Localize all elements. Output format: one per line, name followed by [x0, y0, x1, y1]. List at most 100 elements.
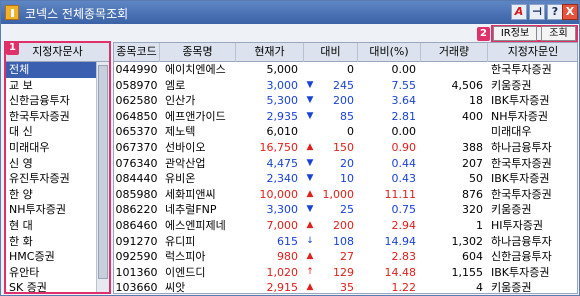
volume-cell: 876 — [462, 187, 483, 201]
advisor-cell: 한국투자증권 — [491, 63, 552, 76]
change-percent-cell: 0.90 — [391, 141, 417, 154]
price-cell: 7,000 — [266, 219, 299, 232]
advisor-cell: 신한금융투자 — [491, 250, 552, 264]
stock-name-cell: 관악산업 — [165, 156, 206, 170]
stock-name-cell: 인산가 — [165, 94, 196, 108]
table-row[interactable]: 086460 에스엔피제네 7,000 ▲ 200 2.94 1 HI투자증권 — [114, 218, 577, 234]
advisor-cell: IBK투자증권 — [491, 265, 550, 279]
pin-button[interactable]: ⊣ — [529, 4, 545, 20]
advisor-list-scrollbar[interactable] — [96, 62, 109, 292]
change-percent-cell: 14.94 — [384, 234, 417, 248]
scrollbar-thumb[interactable] — [98, 65, 108, 279]
change-cell: 85 — [340, 109, 354, 123]
advisor-list-item[interactable]: HMC증권 — [6, 249, 96, 265]
table-row[interactable]: 064850 에프앤가이드 2,935 ▼ 85 2.81 400 NH투자증권 — [114, 109, 577, 125]
advisor-list-item[interactable]: 신한금융투자 — [6, 93, 96, 109]
change-percent-cell: 0.00 — [391, 125, 417, 139]
advisor-list-item[interactable]: SK 증권 — [6, 280, 96, 292]
column-header[interactable]: 대비(%) — [358, 43, 421, 62]
advisor-list-item[interactable]: 대 신 — [6, 124, 96, 140]
stock-code-cell: 076340 — [115, 156, 158, 170]
price-cell: 2,935 — [266, 109, 299, 123]
volume-cell: 50 — [469, 172, 483, 186]
stock-code-cell: 044990 — [115, 63, 158, 76]
change-cell: 108 — [333, 234, 354, 248]
advisor-list-item[interactable]: 한 화 — [6, 234, 96, 250]
column-header[interactable]: 현재가 — [236, 43, 304, 62]
price-cell: 980 — [277, 250, 298, 264]
advisor-list-header: 지정자문사 — [6, 43, 109, 62]
table-row[interactable]: 076340 관악산업 4,475 ▼ 20 0.44 207 한국투자증권 — [114, 156, 577, 172]
change-percent-cell: 7.55 — [391, 78, 417, 92]
advisor-list-item[interactable]: NH투자증권 — [6, 202, 96, 218]
table-row[interactable]: 084440 유비온 2,340 ▼ 10 0.43 50 IBK투자증권 — [114, 171, 577, 187]
change-percent-cell: 0.75 — [391, 203, 417, 217]
price-cell: 2,340 — [266, 172, 299, 186]
column-header[interactable]: 지정자문인 — [488, 43, 577, 62]
table-row[interactable]: 058970 엠로 3,000 ▼ 245 7.55 4,506 키움증권 — [114, 78, 577, 94]
advisor-list-item[interactable]: 한 양 — [6, 187, 96, 203]
stock-code-cell: 065370 — [115, 125, 158, 139]
ir-info-button[interactable]: IR정보 — [493, 26, 537, 41]
advisor-list-item[interactable]: 유진투자증권 — [6, 171, 96, 187]
table-row[interactable]: 067370 선바이오 16,750 ▲ 150 0.90 388 하나금융투자 — [114, 140, 577, 156]
table-row[interactable]: 101360 이엔드디 1,020 ↑ 129 14.48 1,155 IBK투자증권 — [114, 265, 577, 281]
advisor-list-item[interactable]: 현 대 — [6, 218, 96, 234]
stock-name-cell: 세화피앤씨 — [165, 187, 216, 201]
stock-grid: 종목코드 종목명 현재가 대비 대비(%) 거래량 지정자문인 044990 에이치엔에스 5,… — [113, 42, 578, 294]
volume-cell: 4,506 — [451, 78, 484, 92]
price-cell: 5,300 — [266, 94, 299, 108]
change-cell: 200 — [333, 219, 354, 232]
help-button[interactable]: ? — [547, 4, 563, 20]
advisor-cell: 키움증권 — [491, 203, 532, 217]
advisor-list-item[interactable]: 신 영 — [6, 156, 96, 172]
lookup-button[interactable]: 조회 — [541, 26, 576, 41]
volume-cell: 320 — [462, 203, 483, 217]
table-row[interactable]: 065370 제노텍 6,010 0 0.00 미래대우 — [114, 124, 577, 140]
table-row[interactable]: 085980 세화피앤씨 10,000 ▲ 1,000 11.11 876 한국투자증권 — [114, 187, 577, 203]
volume-cell: 207 — [462, 156, 483, 170]
advisor-list-item[interactable]: 유안타 — [6, 265, 96, 281]
advisor-cell: IBK투자증권 — [491, 94, 550, 108]
advisor-list: 전체 교 보 신한금융투자 한국투자증권 대 신 미래대우 신 영 유진투자증권 한 양 NH투자… — [6, 62, 96, 292]
volume-cell: 1 — [476, 219, 483, 232]
change-cell: 200 — [333, 94, 354, 108]
table-row[interactable]: 086220 네추럴FNP 3,300 ▼ 25 0.75 320 키움증권 — [114, 202, 577, 218]
price-cell: 5,000 — [266, 63, 299, 76]
change-cell: 129 — [333, 265, 354, 279]
stock-name-cell: 씨앗 — [165, 281, 186, 294]
volume-cell: 18 — [469, 94, 483, 108]
stock-code-cell: 085980 — [115, 187, 158, 201]
table-row[interactable]: 103660 씨앗 2,915 ▲ 35 1.22 4 키움증권 — [114, 280, 577, 294]
price-cell: 10,000 — [259, 187, 299, 201]
change-cell: 0 — [347, 63, 354, 76]
column-header[interactable]: 대비 — [304, 43, 358, 62]
advisor-list-item[interactable]: 미래대우 — [6, 140, 96, 156]
volume-cell: 400 — [462, 109, 483, 123]
change-percent-cell: 0.00 — [391, 63, 417, 76]
stock-code-cell: 103660 — [115, 281, 158, 294]
price-cell: 4,475 — [266, 156, 299, 170]
change-percent-cell: 1.22 — [391, 281, 417, 294]
change-cell: 10 — [340, 172, 354, 186]
column-header[interactable]: 거래량 — [421, 43, 488, 62]
stock-code-cell: 058970 — [115, 78, 158, 92]
advisor-list-item[interactable]: 교 보 — [6, 78, 96, 94]
column-header[interactable]: 종목명 — [160, 43, 236, 62]
app-icon — [5, 5, 19, 20]
table-row[interactable]: 091270 유디피 615 ↓ 108 14.94 1,302 하나금융투자 — [114, 234, 577, 250]
advisor-cell: 미래대우 — [491, 125, 532, 139]
volume-cell: 1,302 — [451, 234, 484, 248]
stock-name-cell: 엠로 — [165, 78, 186, 92]
callout-badge-2: 2 — [477, 27, 490, 41]
advisor-list-item[interactable]: 전체 — [6, 62, 96, 78]
table-row[interactable]: 092590 럭스피아 980 ▲ 27 2.83 604 신한금융투자 — [114, 249, 577, 265]
change-percent-cell: 14.48 — [384, 265, 417, 279]
table-row[interactable]: 062580 인산가 5,300 ▼ 200 3.64 18 IBK투자증권 — [114, 93, 577, 109]
close-button[interactable]: X — [562, 4, 578, 20]
advisor-list-item[interactable]: 한국투자증권 — [6, 109, 96, 125]
column-header[interactable]: 종목코드 — [114, 43, 160, 62]
stock-name-cell: 에스엔피제네 — [165, 219, 226, 232]
table-row[interactable]: 044990 에이치엔에스 5,000 0 0.00 한국투자증권 — [114, 62, 577, 78]
font-size-button[interactable]: A — [511, 4, 527, 20]
